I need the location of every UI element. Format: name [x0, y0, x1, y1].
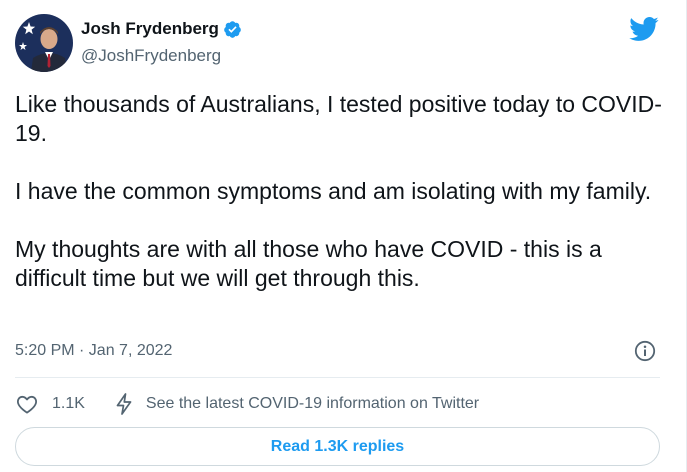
lightning-bolt-icon[interactable] [113, 392, 135, 416]
info-icon[interactable] [633, 339, 657, 363]
twitter-bird-icon[interactable] [628, 16, 659, 42]
tweet-paragraph: My thoughts are with all those who have … [15, 236, 602, 291]
tweet-paragraph: I have the common symptoms and am isolat… [15, 178, 652, 204]
avatar-image [15, 14, 73, 72]
divider [15, 377, 660, 378]
tweet-text: Like thousands of Australians, I tested … [15, 90, 665, 293]
tweet-paragraph: Like thousands of Australians, I tested … [15, 91, 662, 146]
tweet-timestamp[interactable]: 5:20 PM · Jan 7, 2022 [15, 342, 172, 360]
tweet-actions: 1.1K See the latest COVID-19 information… [15, 391, 479, 417]
author-display-name[interactable]: Josh Frydenberg [81, 19, 219, 39]
verified-badge-icon [223, 20, 242, 39]
heart-icon[interactable] [15, 392, 39, 416]
author-name-row[interactable]: Josh Frydenberg [81, 19, 242, 39]
covid-info-link[interactable]: See the latest COVID-19 information on T… [146, 395, 479, 413]
avatar[interactable] [15, 14, 73, 72]
read-replies-button[interactable]: Read 1.3K replies [15, 427, 660, 466]
like-count[interactable]: 1.1K [52, 395, 85, 413]
author-handle[interactable]: @JoshFrydenberg [81, 46, 221, 66]
tweet-card: Josh Frydenberg @JoshFrydenberg Like tho… [0, 0, 687, 472]
